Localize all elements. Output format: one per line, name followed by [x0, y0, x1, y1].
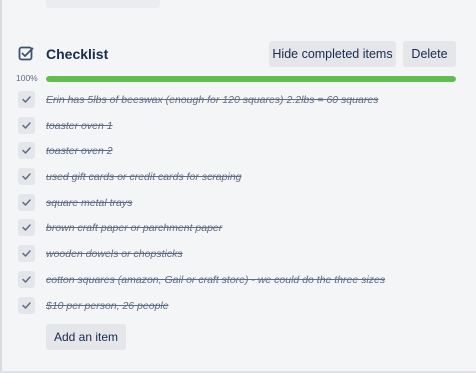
progress-percentage: 100%: [16, 73, 38, 83]
previous-section-button[interactable]: [46, 0, 160, 8]
checklist-item[interactable]: $10 per person, 26 people: [18, 293, 458, 319]
checklist-item[interactable]: brown craft paper or parchment paper: [18, 215, 458, 241]
item-checkbox[interactable]: [18, 116, 35, 134]
item-text[interactable]: toaster oven 2: [46, 144, 113, 158]
checkmark-icon: [22, 96, 31, 103]
checklist-item[interactable]: wooden dowels or chopsticks: [18, 241, 458, 267]
checkmark-icon: [22, 147, 31, 155]
checklist-header: Checklist Hide completed items Delete: [18, 40, 458, 68]
item-checkbox[interactable]: [18, 142, 35, 160]
item-checkbox[interactable]: [18, 193, 35, 211]
checkmark-icon: [22, 173, 31, 180]
item-checkbox[interactable]: [18, 296, 35, 314]
item-text[interactable]: Erin has 5lbs of beeswax (enough for 120…: [46, 93, 378, 107]
progress-bar-fill: [46, 76, 456, 82]
item-text[interactable]: wooden dowels or chopsticks: [46, 247, 183, 261]
item-checkbox[interactable]: [18, 245, 35, 263]
checklist-item[interactable]: toaster oven 1: [18, 113, 458, 139]
checklist-item[interactable]: used gift cards or credit cards for scra…: [18, 164, 458, 190]
checklist-progress: 100%: [16, 72, 458, 84]
checkmark-icon: [22, 121, 31, 129]
checkmark-icon: [22, 276, 31, 283]
checklist-items: Erin has 5lbs of beeswax (enough for 120…: [18, 87, 458, 318]
checklist-icon: [18, 46, 34, 61]
item-checkbox[interactable]: [18, 168, 35, 186]
item-text[interactable]: cotton squares (amazon, Gail or craft st…: [46, 273, 385, 287]
delete-checklist-button[interactable]: Delete: [403, 41, 456, 67]
checklist-item[interactable]: square metal trays: [18, 190, 458, 216]
checklist-item[interactable]: Erin has 5lbs of beeswax (enough for 120…: [18, 87, 458, 113]
panel-left-border: [0, 0, 2, 373]
checklist-title: Checklist: [46, 46, 109, 62]
item-text[interactable]: used gift cards or credit cards for scra…: [46, 170, 242, 184]
checkmark-icon: [22, 199, 31, 206]
item-checkbox[interactable]: [18, 270, 35, 288]
checklist-item[interactable]: cotton squares (amazon, Gail or craft st…: [18, 267, 458, 293]
item-checkbox[interactable]: [18, 91, 35, 108]
item-text[interactable]: square metal trays: [46, 196, 132, 210]
checklist-item[interactable]: toaster oven 2: [18, 138, 458, 164]
item-text[interactable]: $10 per person, 26 people: [46, 299, 169, 313]
checkmark-icon: [22, 224, 31, 232]
item-checkbox[interactable]: [18, 219, 35, 237]
item-text[interactable]: brown craft paper or parchment paper: [46, 221, 222, 235]
hide-completed-button[interactable]: Hide completed items: [269, 41, 396, 67]
item-text[interactable]: toaster oven 1: [46, 119, 113, 133]
progress-bar: [46, 76, 456, 82]
checkmark-icon: [22, 301, 31, 309]
add-item-button[interactable]: Add an item: [46, 324, 126, 350]
checkmark-icon: [22, 250, 31, 257]
